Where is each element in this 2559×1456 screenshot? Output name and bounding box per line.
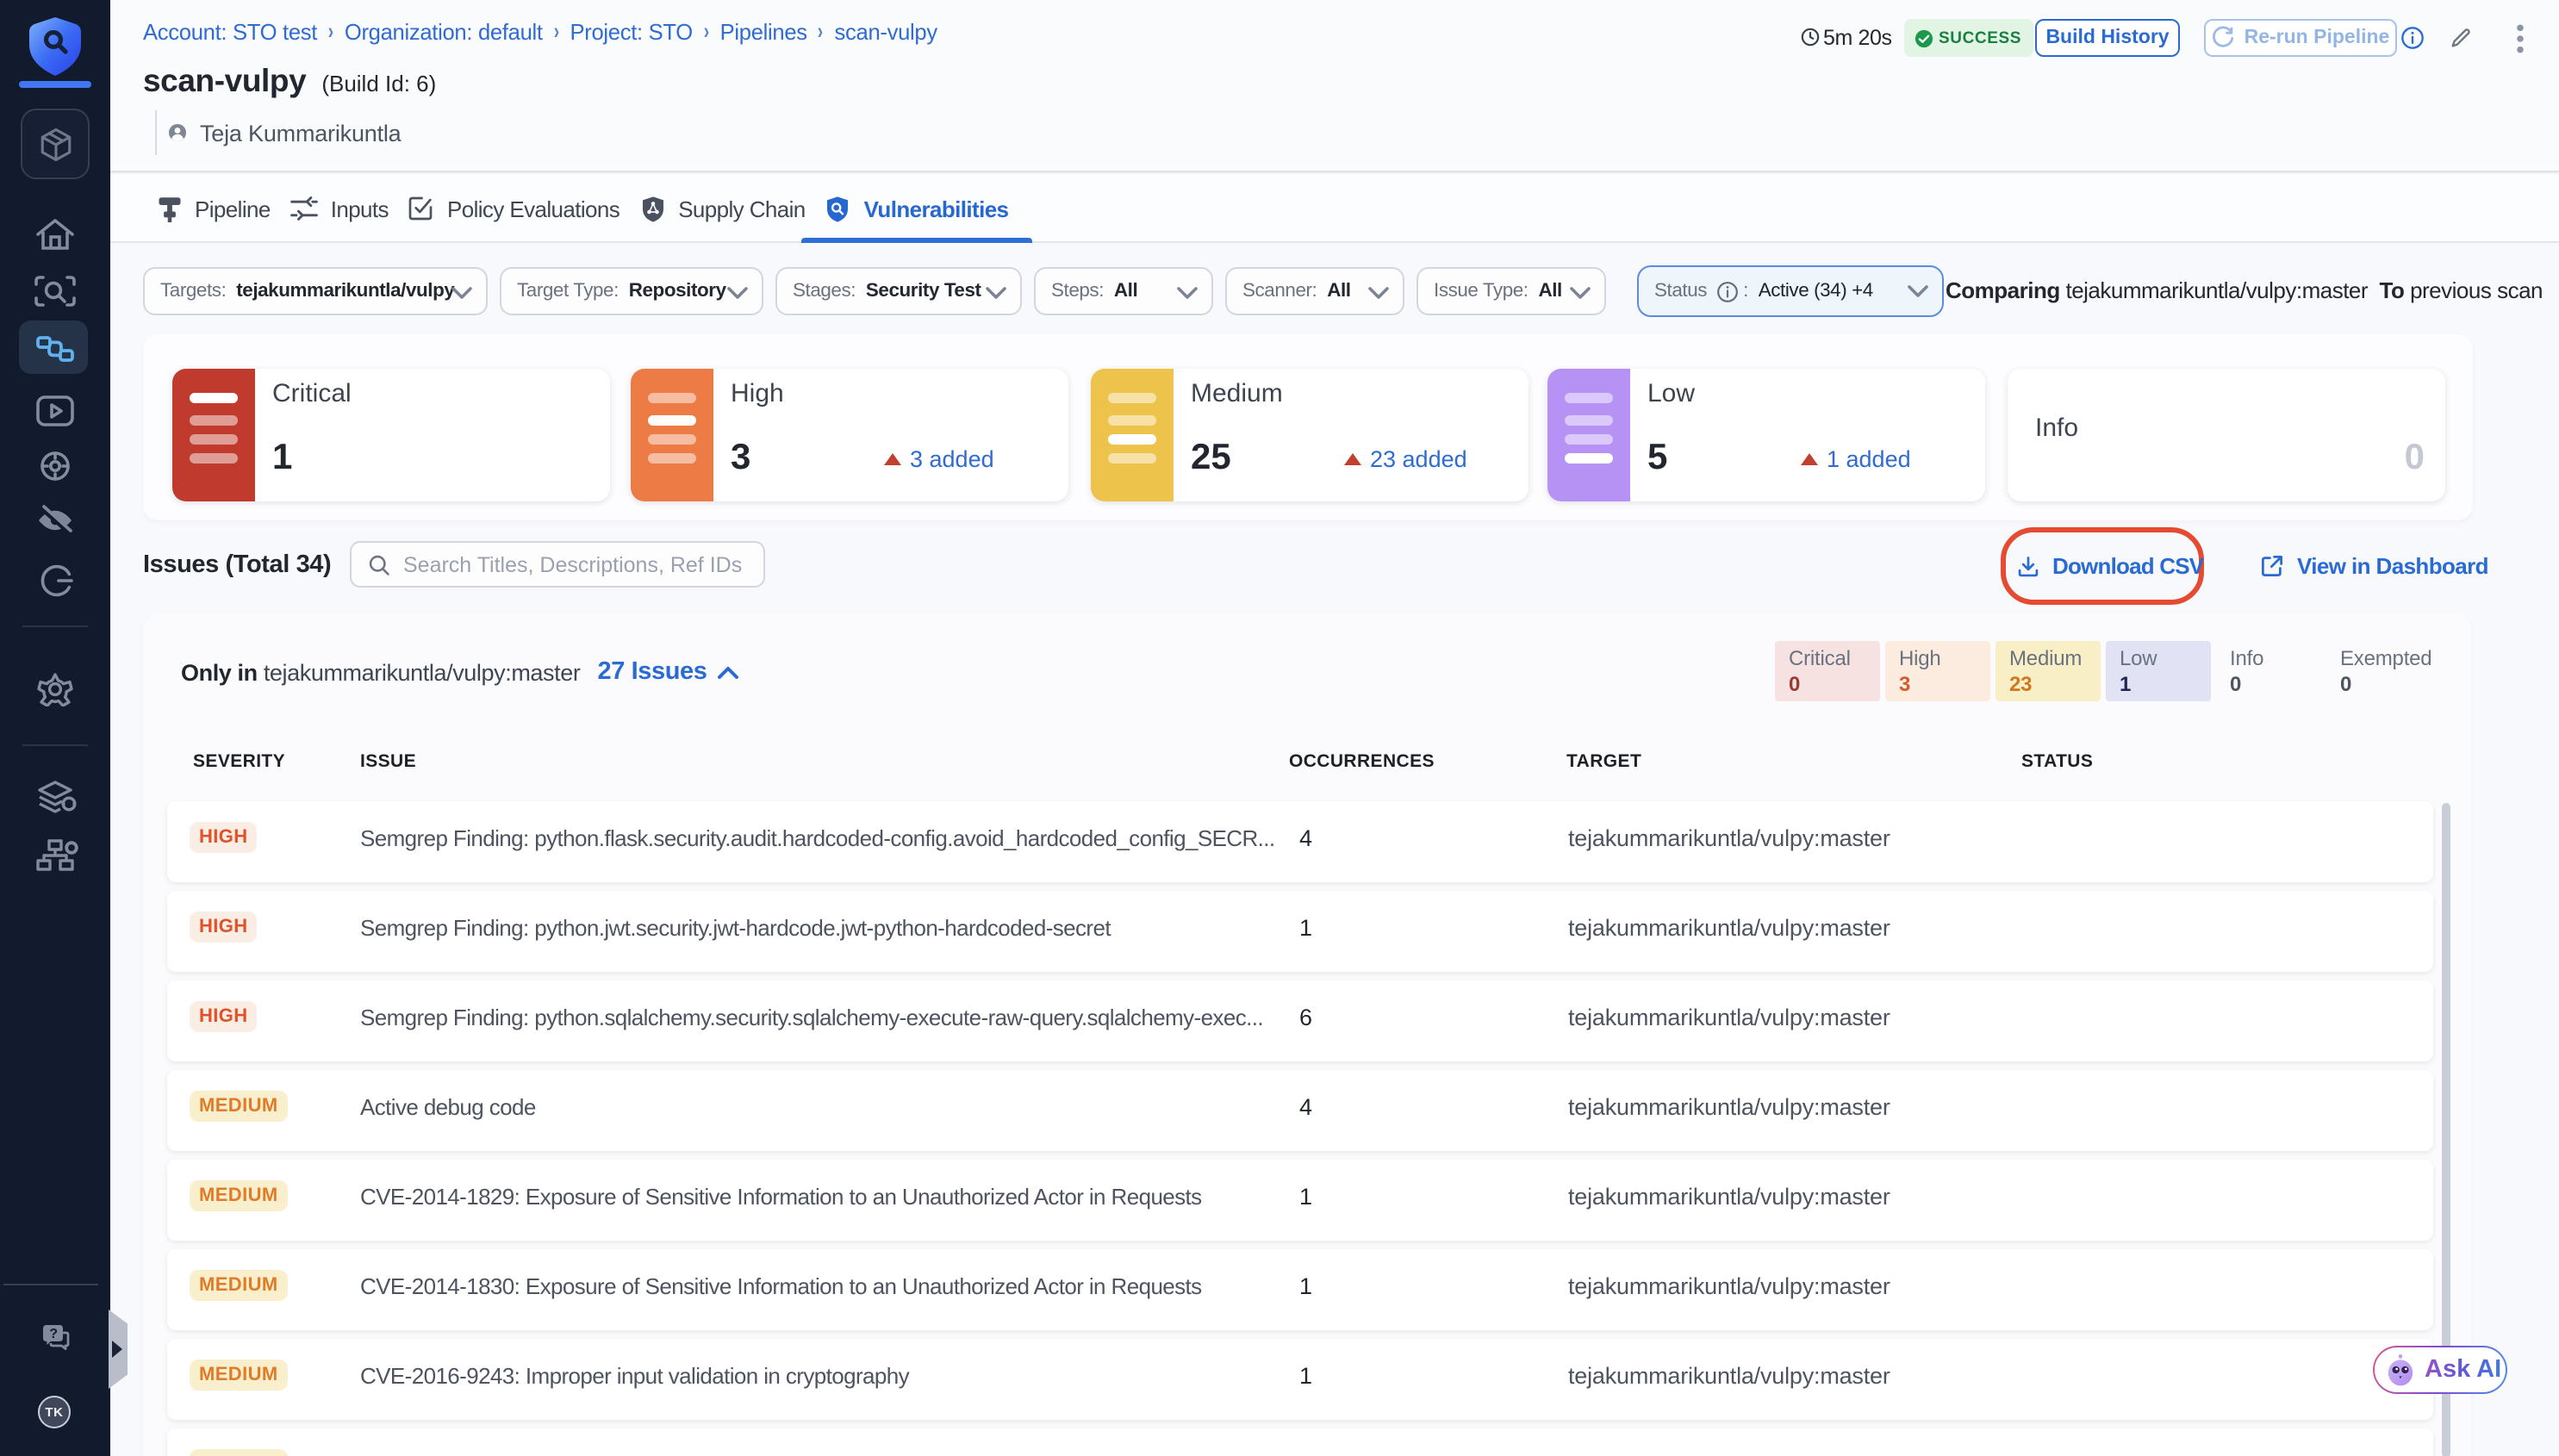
svg-text:?: ? (49, 1327, 58, 1341)
